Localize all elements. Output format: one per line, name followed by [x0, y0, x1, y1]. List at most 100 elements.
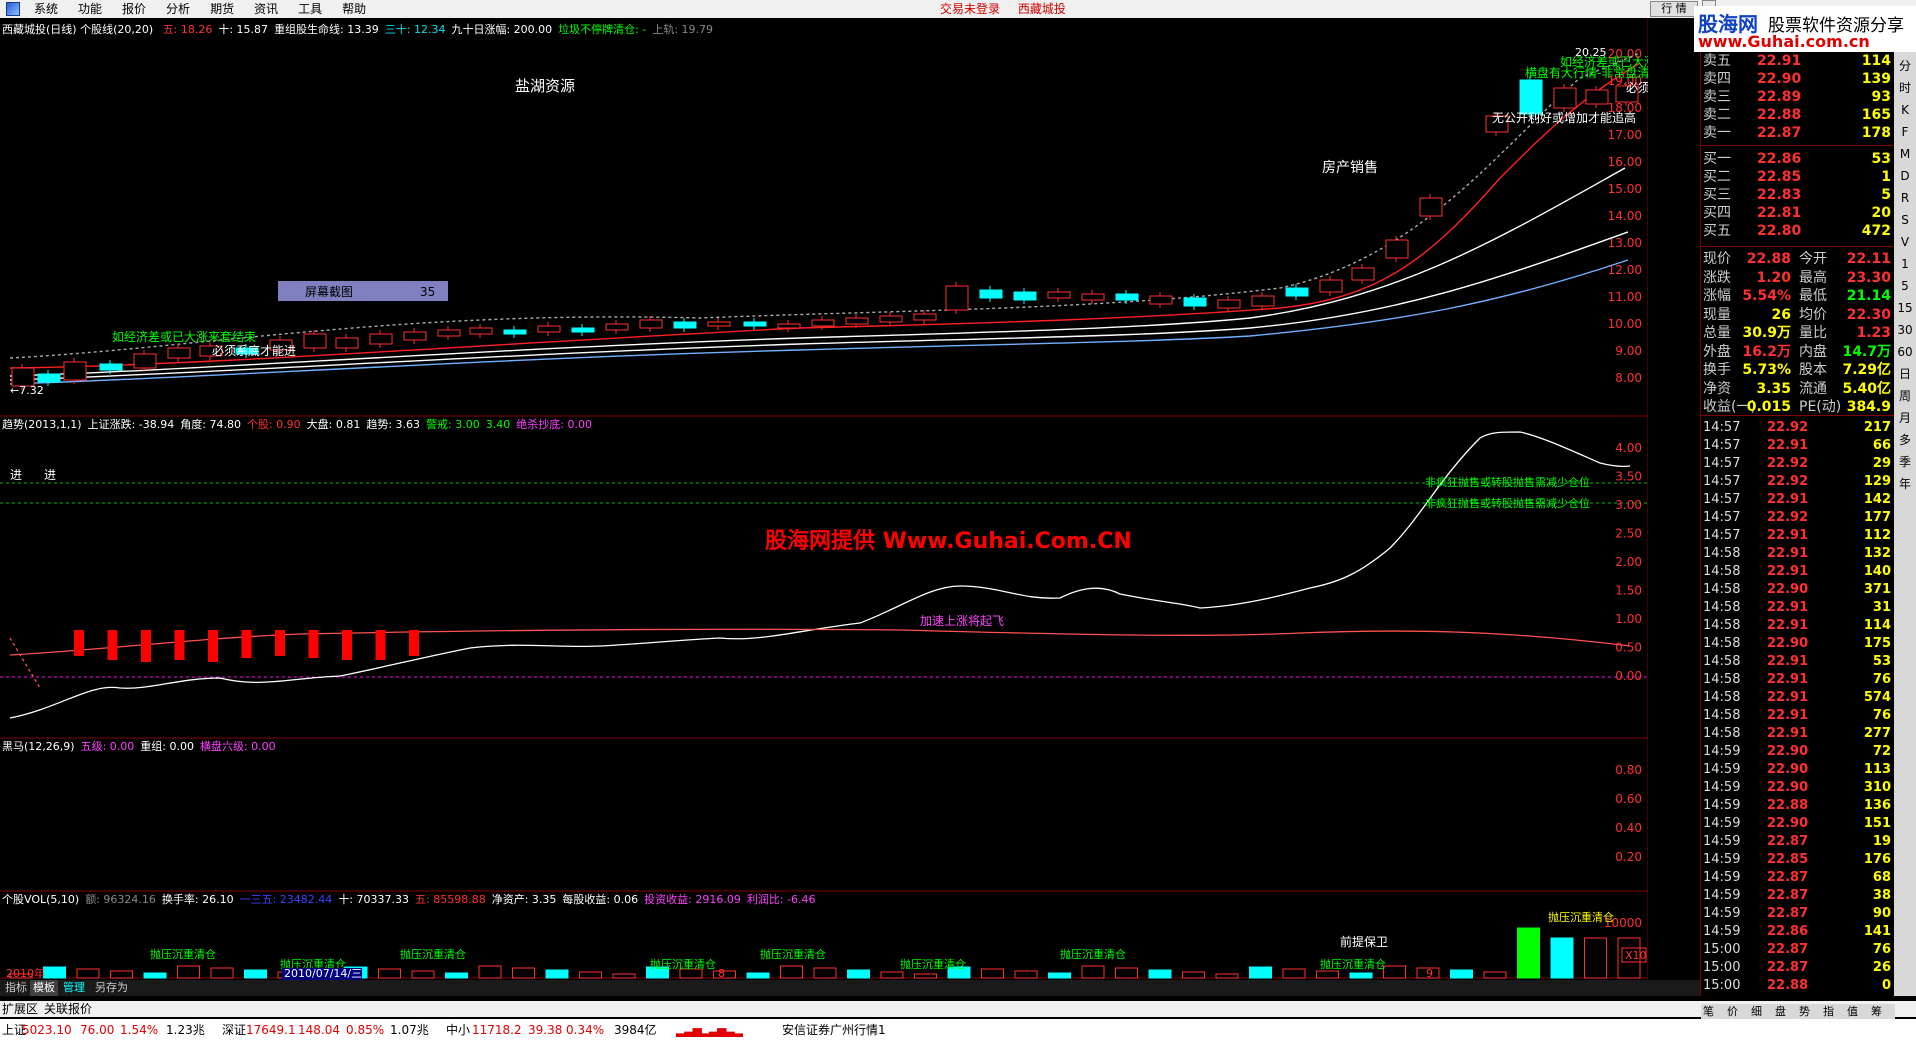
- tick-row: 14:57 22.92 129: [1701, 473, 1895, 491]
- sell-row-3[interactable]: 卖二 22.88 165: [1701, 106, 1895, 124]
- toolbar-button-10[interactable]: 5: [1897, 278, 1913, 294]
- zx-pct: 0.34%: [566, 1023, 605, 1037]
- stat-row-2: 涨幅 5.54% 最低 21.14: [1701, 287, 1895, 305]
- toolbar-button-2[interactable]: K: [1897, 102, 1913, 118]
- chart-canvas[interactable]: 20.0019.0018.0017.0016.0015.0014.0013.00…: [0, 18, 1684, 996]
- toolbar-button-3[interactable]: F: [1897, 124, 1913, 140]
- trade-login-status[interactable]: 交易未登录: [940, 2, 1000, 16]
- toolbar-button-16[interactable]: 月: [1897, 410, 1913, 426]
- menu-function[interactable]: 功能: [68, 0, 112, 18]
- tick-time: 14:59: [1703, 798, 1741, 813]
- quote-tab-1[interactable]: 价: [1727, 1004, 1738, 1020]
- main-yticks-tick-3: 17.00: [1608, 128, 1642, 142]
- quote-tab-0[interactable]: 笔: [1703, 1004, 1714, 1020]
- quote-tab-4[interactable]: 势: [1799, 1004, 1810, 1020]
- horse-yticks-tick-1: 0.60: [1615, 792, 1642, 806]
- vol-bar-35: [1182, 971, 1205, 979]
- toolbar-button-15[interactable]: 周: [1897, 388, 1913, 404]
- trend-indicator-5: 趋势: 3.63: [366, 418, 421, 431]
- trend-yticks-tick-4: 2.00: [1615, 555, 1642, 569]
- buy-row-2[interactable]: 买三 22.83 5: [1701, 186, 1895, 204]
- tab-manage[interactable]: 管理: [60, 980, 88, 996]
- stat-key: 现价: [1703, 251, 1731, 267]
- tick-row: 14:59 22.87 90: [1701, 905, 1895, 923]
- buy-row-1[interactable]: 买二 22.85 1: [1701, 168, 1895, 186]
- tick-price: 22.91: [1767, 600, 1809, 615]
- buy-row-4[interactable]: 买五 22.80 472: [1701, 222, 1895, 240]
- toolbar-button-18[interactable]: 季: [1897, 454, 1913, 470]
- tab-template[interactable]: 模板: [30, 980, 58, 996]
- toolbar-button-12[interactable]: 30: [1897, 322, 1913, 338]
- trend-lines: [9, 431, 1631, 719]
- vol-bar-3: [110, 970, 133, 979]
- toolbar-button-0[interactable]: 分: [1897, 58, 1913, 74]
- sell-row-2[interactable]: 卖三 22.89 93: [1701, 88, 1895, 106]
- stat-row-4: 总量 30.9万 量比 1.23: [1701, 324, 1895, 342]
- menu-tools[interactable]: 工具: [288, 0, 332, 18]
- tick-volume: 38: [1872, 888, 1891, 903]
- menu-analysis[interactable]: 分析: [156, 0, 200, 18]
- quote-mode-button[interactable]: 行 情: [1650, 1, 1698, 17]
- tick-row: 14:58 22.91 574: [1701, 689, 1895, 707]
- green-note-tr2: 横盘有大行情-非常盘清: [1525, 65, 1648, 80]
- trend-yticks-tick-1: 3.50: [1615, 470, 1642, 484]
- sz-label: 深证: [222, 1023, 247, 1037]
- toolbar-button-4[interactable]: M: [1897, 146, 1913, 162]
- ob-volume: 93: [1871, 89, 1891, 105]
- trend-yticks-tick-8: 0.00: [1615, 669, 1642, 683]
- toolbar-button-7[interactable]: S: [1897, 212, 1913, 228]
- ob-price: 22.87: [1757, 125, 1802, 141]
- sell-row-4[interactable]: 卖一 22.87 178: [1701, 124, 1895, 142]
- ob-label: 卖三: [1703, 89, 1731, 105]
- sell-row-1[interactable]: 卖四 22.90 139: [1701, 70, 1895, 88]
- vol-tag-4: 抛压沉重清仓: [760, 947, 826, 961]
- quote-tab-5[interactable]: 指: [1823, 1004, 1834, 1020]
- tick-volume: 176: [1863, 852, 1891, 867]
- menu-news[interactable]: 资讯: [244, 0, 288, 18]
- menu-system[interactable]: 系统: [24, 0, 68, 18]
- toolbar-button-13[interactable]: 60: [1897, 344, 1913, 360]
- toolbar-button-9[interactable]: 1: [1897, 256, 1913, 272]
- vol-bar-22: [746, 972, 770, 979]
- buy-row-0[interactable]: 买一 22.86 53: [1701, 150, 1895, 168]
- toolbar-button-6[interactable]: R: [1897, 190, 1913, 206]
- menu-quote[interactable]: 报价: [112, 0, 156, 18]
- toolbar-button-17[interactable]: 多: [1897, 432, 1913, 448]
- toolbar-button-14[interactable]: 日: [1897, 366, 1913, 382]
- menu-help[interactable]: 帮助: [332, 0, 376, 18]
- vol-bar-12: [411, 970, 435, 979]
- menu-futures[interactable]: 期货: [200, 0, 244, 18]
- tick-price: 22.91: [1767, 618, 1809, 633]
- trend-indicator-0: 趋势(2013,1,1): [2, 418, 82, 431]
- tab-indicator[interactable]: 指标: [2, 980, 30, 996]
- quote-tab-7[interactable]: 筹: [1871, 1004, 1882, 1020]
- tick-price: 22.87: [1767, 906, 1809, 921]
- vol-bar-32: [1081, 965, 1105, 979]
- quote-tab-3[interactable]: 盘: [1775, 1004, 1786, 1020]
- toolbar-button-11[interactable]: 15: [1897, 300, 1913, 316]
- stat-value: 1.20: [1756, 269, 1791, 286]
- sell-row-0[interactable]: 卖五 22.91 114: [1701, 52, 1895, 70]
- tab-save-as[interactable]: 另存为: [92, 980, 131, 996]
- trend-bar-0: [74, 630, 84, 656]
- related-quote-tab[interactable]: 关联报价: [44, 1001, 92, 1017]
- buy-row-3[interactable]: 买四 22.81 20: [1701, 204, 1895, 222]
- vol-bar-2: [76, 968, 100, 979]
- toolbar-button-1[interactable]: 时: [1897, 80, 1913, 96]
- toolbar-button-5[interactable]: D: [1897, 168, 1913, 184]
- candle-body-22: [743, 321, 767, 327]
- candle-body-20: [673, 321, 697, 329]
- quote-tab-2[interactable]: 细: [1751, 1004, 1762, 1020]
- toolbar-button-8[interactable]: V: [1897, 234, 1913, 250]
- toolbar-button-19[interactable]: 年: [1897, 476, 1913, 492]
- vol-bar-29: [981, 968, 1004, 979]
- sh-pct: 1.54%: [120, 1023, 159, 1037]
- tick-price: 22.91: [1767, 690, 1809, 705]
- ext-area-tab[interactable]: 扩展区: [2, 1001, 38, 1017]
- quote-tab-6[interactable]: 值: [1847, 1004, 1858, 1020]
- chart-area[interactable]: 20.00 19.00 18.00 17.00 16.00 15.00 14.00 13.00…: [0, 18, 1684, 996]
- stat-key: 现量: [1703, 306, 1731, 323]
- stat-value: 14.7万: [1842, 343, 1891, 360]
- x10-label[interactable]: X10: [1625, 949, 1647, 962]
- tick-price: 22.90: [1767, 762, 1809, 777]
